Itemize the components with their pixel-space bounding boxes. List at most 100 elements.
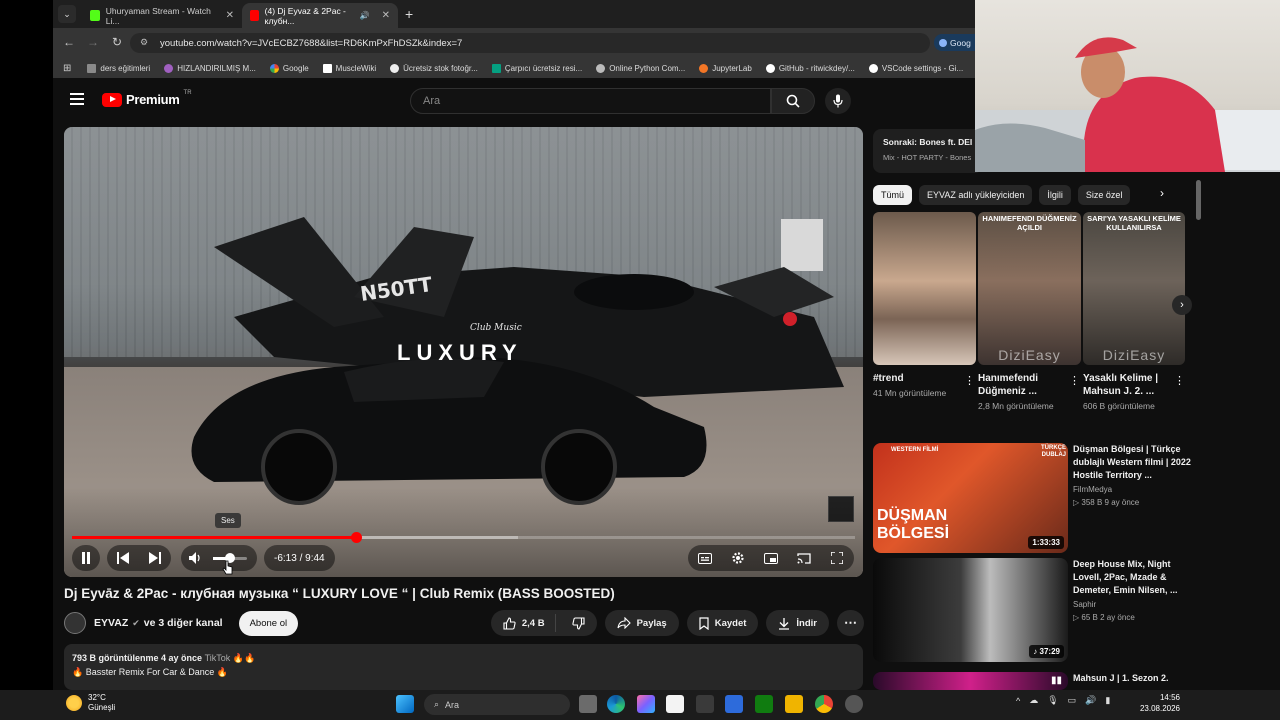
bookmark-item[interactable]: JupyterLab <box>699 63 752 73</box>
subtitles-button[interactable] <box>693 546 717 570</box>
up-next-card[interactable]: Sonraki: Bones ft. DEI Mix - HOT PARTY -… <box>873 129 983 173</box>
dislike-button[interactable] <box>562 616 597 630</box>
back-button[interactable]: ← <box>60 35 78 49</box>
cast-button[interactable] <box>792 546 816 570</box>
more-actions-button[interactable]: ⋯ <box>837 610 864 636</box>
site-info-icon[interactable]: ⚙ <box>140 37 148 48</box>
taskbar-search[interactable]: ⌕ Ara <box>424 694 570 715</box>
video-meta: Deep House Mix, Night Lovell, 2Pac, Mzad… <box>1073 558 1193 622</box>
short-watermark: DiziEasy <box>1102 347 1166 363</box>
mute-button[interactable] <box>183 546 207 570</box>
chip-all[interactable]: Tümü <box>873 185 913 205</box>
pause-button[interactable] <box>74 546 98 570</box>
short-thumbnail[interactable]: SARI'YA YASAKLI KELİME KULLANILIRSA Dizi… <box>1083 212 1185 365</box>
chip-for-you[interactable]: Size özel <box>1077 185 1131 205</box>
video-channel[interactable]: FilmMedya <box>1073 485 1193 494</box>
hashtag-link[interactable]: TikTok <box>205 653 231 663</box>
bookmark-item[interactable]: Online Python Com... <box>596 63 685 73</box>
short-info[interactable]: #trend 41 Mn görüntüleme ⋮ <box>873 372 975 399</box>
subscribe-button[interactable]: Abone ol <box>238 610 299 636</box>
tab-uhuryaman[interactable]: Uhuryaman Stream - Watch Li... ✕ <box>82 3 242 28</box>
menu-icon[interactable] <box>70 93 84 105</box>
short-thumbnail[interactable] <box>873 212 976 365</box>
store-icon[interactable] <box>666 695 684 713</box>
voice-search-button[interactable] <box>825 88 851 114</box>
seek-bar[interactable] <box>72 532 855 543</box>
share-button[interactable]: Paylaş <box>604 610 679 636</box>
chips-next-chevron-icon[interactable]: › <box>1160 186 1164 200</box>
bookmark-item[interactable]: Çarpıcı ücretsiz resi... <box>491 63 582 73</box>
chip-related[interactable]: İlgili <box>1039 185 1071 205</box>
battery-icon[interactable]: ▮ <box>1105 695 1110 706</box>
tab-search-chevron-icon[interactable]: ⌄ <box>58 5 76 23</box>
short-info[interactable]: Yasaklı Kelime | Mahsun J. 2. ... 606 B … <box>1083 372 1185 412</box>
network-icon[interactable]: ▭ <box>1068 695 1077 706</box>
related-video[interactable]: ♪ 37:29 Deep House Mix, Night Lovell, 2P… <box>873 558 1193 662</box>
vscode-icon[interactable] <box>725 695 743 713</box>
sidebar-scrollbar[interactable] <box>1196 180 1202 690</box>
channel-avatar[interactable] <box>64 612 86 634</box>
volume-icon[interactable]: 🔊 <box>1085 695 1096 706</box>
video-player[interactable]: N50TT Club Music LUXURY <box>64 127 863 577</box>
related-video[interactable]: WESTERN FİLMİ TÜRKÇE DUBLAJ DÜŞMAN BÖLGE… <box>873 443 1193 553</box>
save-button[interactable]: Kaydet <box>686 610 759 636</box>
like-button[interactable]: 2,4 B <box>491 614 556 632</box>
chrome-icon[interactable] <box>815 695 833 713</box>
task-view-icon[interactable] <box>579 695 597 713</box>
microphone-icon[interactable]: 🎙 <box>1047 695 1058 706</box>
settings-button[interactable] <box>726 546 750 570</box>
next-button[interactable] <box>143 546 167 570</box>
file-explorer-icon[interactable] <box>785 695 803 713</box>
video-thumbnail[interactable]: ▮▮ <box>873 672 1068 690</box>
app-icon[interactable] <box>696 695 714 713</box>
windows-start-icon[interactable] <box>396 695 414 713</box>
miniplayer-button[interactable] <box>759 546 783 570</box>
description-box[interactable]: 793 B görüntülenme 4 ay önce TikTok 🔥🔥 🔥… <box>64 644 863 690</box>
bookmark-item[interactable]: VSCode settings - Gi... <box>868 63 963 73</box>
xbox-icon[interactable] <box>755 695 773 713</box>
more-vertical-icon[interactable]: ⋮ <box>1174 374 1185 387</box>
cloud-icon[interactable]: ☁ <box>1029 695 1038 706</box>
previous-button[interactable] <box>111 546 135 570</box>
chip-from-uploader[interactable]: EYVAZ adlı yükleyiciden <box>919 185 1033 205</box>
tab-youtube[interactable]: (4) Dj Eyvaz & 2Pac - клубн... 🔊 ✕ <box>242 3 398 28</box>
fullscreen-button[interactable] <box>825 546 849 570</box>
video-channel[interactable]: Saphir <box>1073 600 1193 609</box>
apps-grid-icon[interactable]: ⊞ <box>63 63 71 74</box>
taskbar-clock[interactable]: 14:56 23.08.2026 <box>1136 693 1180 715</box>
reload-button[interactable]: ↻ <box>108 35 126 49</box>
channel-name[interactable]: EYVAZ <box>94 617 128 629</box>
bookmark-item[interactable]: GitHub - ritwickdey/... <box>765 63 855 73</box>
video-thumbnail[interactable]: WESTERN FİLMİ TÜRKÇE DUBLAJ DÜŞMAN BÖLGE… <box>873 443 1068 553</box>
forward-button[interactable]: → <box>84 35 102 49</box>
bookmark-item[interactable]: Ücretsiz stok fotoğr... <box>390 63 478 73</box>
search-button[interactable] <box>771 88 815 114</box>
more-vertical-icon[interactable]: ⋮ <box>964 374 975 387</box>
bookmark-item[interactable]: HIZLANDIRILMIŞ M... <box>164 63 256 73</box>
related-video[interactable]: ▮▮ Mahsun J | 1. Sezon 2. <box>873 672 1193 690</box>
youtube-premium-logo[interactable]: Premium TR <box>102 90 192 107</box>
app-icon[interactable] <box>845 695 863 713</box>
edge-icon[interactable] <box>607 695 625 713</box>
download-button[interactable]: İndir <box>766 610 829 636</box>
short-thumbnail[interactable]: HANIMEFENDI DÜĞMENİZ AÇILDI DiziEasy <box>978 212 1081 365</box>
weather-widget[interactable]: 32°C Güneşli <box>66 693 115 712</box>
close-tab-icon[interactable]: ✕ <box>382 10 390 21</box>
address-bar[interactable]: ⚙ youtube.com/watch?v=JVcECBZ7688&list=R… <box>130 33 930 53</box>
bookmark-item[interactable]: MuscleWiki <box>322 63 376 73</box>
more-vertical-icon[interactable]: ⋮ <box>1069 374 1080 387</box>
chevron-up-icon[interactable]: ^ <box>1016 696 1020 706</box>
new-tab-button[interactable]: + <box>405 6 413 22</box>
speaker-icon[interactable]: 🔊 <box>360 11 370 20</box>
shorts-next-chevron-icon[interactable]: › <box>1172 295 1192 315</box>
copilot-icon[interactable] <box>637 695 655 713</box>
video-thumbnail[interactable]: ♪ 37:29 <box>873 558 1068 662</box>
collab-channels[interactable]: ve 3 diğer kanal <box>144 617 223 629</box>
short-info[interactable]: Hanımefendi Düğmeniz ... 2,8 Mn görüntül… <box>978 372 1080 412</box>
close-tab-icon[interactable]: ✕ <box>226 10 234 21</box>
bookmark-item[interactable]: ders eğitimleri <box>87 63 150 73</box>
scrollbar-thumb[interactable] <box>1196 180 1201 220</box>
search-input[interactable]: Ara <box>410 88 771 114</box>
bookmark-item[interactable]: Google <box>269 63 309 73</box>
google-chip[interactable]: Goog <box>934 34 975 51</box>
